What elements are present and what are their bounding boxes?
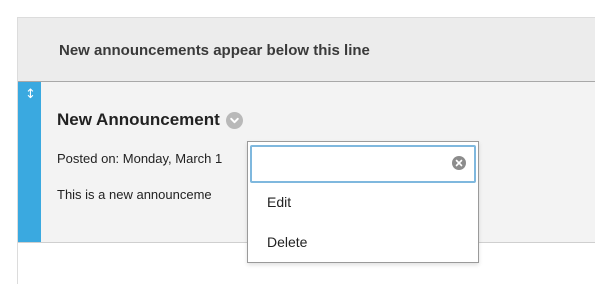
announcement-body: This is a new announceme — [57, 187, 212, 202]
clear-icon — [455, 159, 463, 167]
menu-search-box — [250, 145, 476, 183]
menu-item-edit[interactable]: Edit — [248, 184, 478, 220]
menu-item-delete[interactable]: Delete — [248, 224, 478, 260]
announcement-title: New Announcement — [57, 110, 220, 129]
options-menu-button[interactable] — [225, 112, 243, 129]
drag-handle-icon: ↕ — [25, 87, 36, 102]
clear-search-button[interactable] — [452, 156, 466, 170]
new-announcements-divider: New announcements appear below this line — [18, 18, 595, 82]
announcement-title-row: New Announcement — [57, 110, 243, 130]
divider-text: New announcements appear below this line — [59, 42, 370, 59]
posted-date: Posted on: Monday, March 1 — [57, 151, 223, 166]
menu-search-input[interactable] — [252, 147, 442, 181]
chevron-down-icon — [229, 117, 239, 124]
context-menu: Edit Delete — [247, 141, 479, 263]
drag-handle[interactable]: ↕ — [18, 82, 41, 242]
